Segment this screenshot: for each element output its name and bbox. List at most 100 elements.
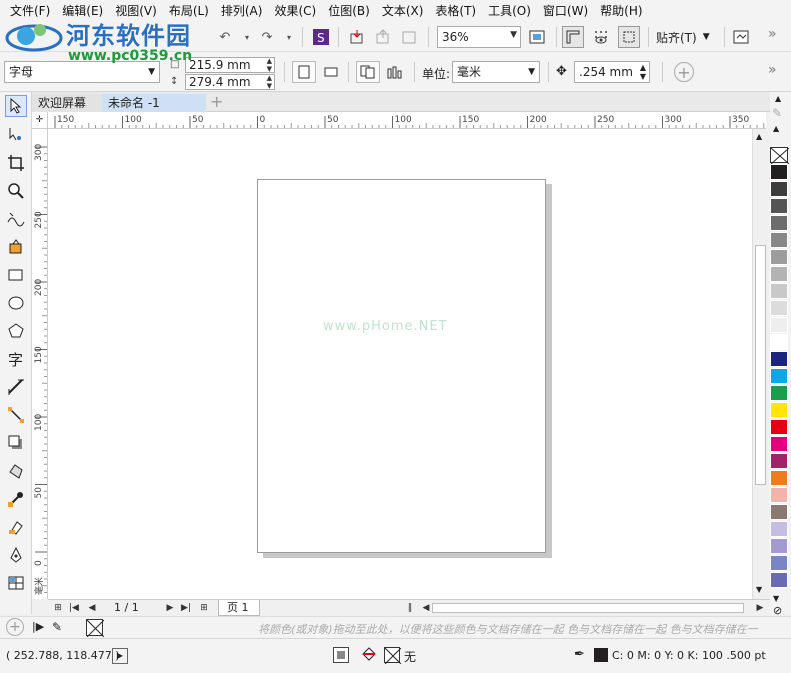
- palette-swatch[interactable]: [770, 470, 788, 486]
- corel-connect-icon[interactable]: S: [310, 26, 332, 48]
- height-spinner-icon[interactable]: ▲ ▼: [267, 74, 272, 90]
- scroll-down-icon[interactable]: ▼: [756, 585, 762, 594]
- dimension-tool-icon[interactable]: [5, 376, 27, 398]
- show-grid-icon[interactable]: [590, 26, 612, 48]
- palette-swatch[interactable]: [770, 555, 788, 571]
- horizontal-ruler[interactable]: 150 100 50 0 50 100 150 200 250 300 350: [48, 112, 766, 129]
- palette-swatch[interactable]: [770, 419, 788, 435]
- palette-swatch[interactable]: [770, 538, 788, 554]
- rectangle-tool-icon[interactable]: [5, 264, 27, 286]
- first-page-icon[interactable]: |◀: [68, 601, 80, 615]
- vertical-scroll-thumb[interactable]: [755, 245, 766, 485]
- palette-swatch[interactable]: [770, 521, 788, 537]
- current-page-button[interactable]: [383, 61, 407, 83]
- add-tab-icon[interactable]: +: [210, 92, 223, 111]
- zoom-tool-icon[interactable]: [5, 180, 27, 202]
- scroll-left-icon[interactable]: ◀: [420, 601, 432, 615]
- palette-swatch[interactable]: [770, 181, 788, 197]
- palette-swatch[interactable]: [770, 436, 788, 452]
- page-width-input[interactable]: 215.9 mm ▲ ▼: [185, 56, 275, 73]
- add-preset-icon[interactable]: +: [674, 62, 694, 82]
- units-select[interactable]: 毫米 ▼: [452, 61, 540, 83]
- vertical-ruler[interactable]: 300 250 200 150 100 50 0 毫米: [32, 129, 48, 599]
- all-pages-button[interactable]: [356, 61, 380, 83]
- zoom-select[interactable]: 36% ▼: [437, 26, 521, 48]
- outline-pen-tool-icon[interactable]: [5, 544, 27, 566]
- add-document-palette-icon[interactable]: +: [6, 618, 24, 636]
- import-icon[interactable]: [346, 26, 368, 48]
- doc-palette-eyedropper-icon[interactable]: ✎: [52, 620, 62, 634]
- palette-swatch[interactable]: [770, 266, 788, 282]
- previous-page-icon[interactable]: ◀: [86, 601, 98, 615]
- interactive-fill-tool-icon[interactable]: [5, 516, 27, 538]
- next-page-icon[interactable]: ▶: [164, 601, 176, 615]
- status-expand-icon[interactable]: ▶: [112, 648, 128, 664]
- shape-tool-icon[interactable]: [5, 124, 27, 146]
- menu-file[interactable]: 文件(F): [4, 0, 56, 22]
- add-page-before-icon[interactable]: ⊞: [52, 601, 64, 615]
- nudge-spinner-icon[interactable]: ▲ ▼: [640, 63, 646, 81]
- palette-swatch[interactable]: [770, 300, 788, 316]
- menu-text[interactable]: 文本(X): [376, 0, 430, 22]
- horizontal-scrollbar[interactable]: ◀: [420, 601, 750, 615]
- redo-dropdown-icon[interactable]: ▾: [278, 26, 300, 48]
- smart-fill-tool-icon[interactable]: [5, 236, 27, 258]
- palette-swatch[interactable]: [770, 249, 788, 265]
- horizontal-scroll-thumb[interactable]: [432, 603, 744, 613]
- snap-to-button[interactable]: 贴齐(T) ▼: [656, 26, 718, 48]
- crop-tool-icon[interactable]: [5, 152, 27, 174]
- menu-bitmaps[interactable]: 位图(B): [322, 0, 376, 22]
- options-icon[interactable]: [730, 26, 752, 48]
- portrait-button[interactable]: [292, 61, 316, 83]
- doc-no-color-swatch[interactable]: [86, 619, 104, 637]
- page-size-preset-select[interactable]: 字母 ▼: [4, 61, 160, 83]
- polygon-tool-icon[interactable]: [5, 320, 27, 342]
- menu-arrange[interactable]: 排列(A): [215, 0, 269, 22]
- undo-dropdown-icon[interactable]: ▾: [236, 26, 258, 48]
- page-tab-1[interactable]: 页 1: [218, 600, 260, 616]
- mesh-fill-tool-icon[interactable]: [5, 572, 27, 594]
- palette-swatch[interactable]: [770, 368, 788, 384]
- export-icon[interactable]: [372, 26, 394, 48]
- ruler-origin-icon[interactable]: ✛: [32, 112, 48, 129]
- full-screen-preview-icon[interactable]: [526, 26, 548, 48]
- menu-tools[interactable]: 工具(O): [482, 0, 537, 22]
- palette-swatch[interactable]: [770, 215, 788, 231]
- scroll-right-icon[interactable]: ▶: [754, 601, 766, 615]
- undo-icon[interactable]: ↶: [214, 26, 236, 48]
- freehand-tool-icon[interactable]: [5, 208, 27, 230]
- toolbar-overflow-icon[interactable]: »: [768, 26, 777, 42]
- object-info-icon[interactable]: [333, 647, 349, 663]
- palette-swatch[interactable]: [770, 504, 788, 520]
- menu-table[interactable]: 表格(T): [429, 0, 482, 22]
- menu-effects[interactable]: 效果(C): [268, 0, 322, 22]
- page-height-input[interactable]: 279.4 mm ▲ ▼: [185, 73, 275, 90]
- width-spinner-icon[interactable]: ▲ ▼: [267, 57, 272, 73]
- palette-swatch[interactable]: [770, 317, 788, 333]
- palette-down-icon[interactable]: ▼: [773, 594, 779, 603]
- palette-eyedropper-icon[interactable]: ✎: [772, 106, 782, 120]
- palette-scroll-up-icon[interactable]: ▲: [775, 94, 781, 103]
- eyedropper-tool-icon[interactable]: [5, 488, 27, 510]
- menu-help[interactable]: 帮助(H): [594, 0, 648, 22]
- menu-window[interactable]: 窗口(W): [537, 0, 594, 22]
- scroll-up-icon[interactable]: ▲: [756, 132, 762, 141]
- drawing-canvas[interactable]: www.pHome.NET: [48, 129, 752, 599]
- palette-swatch[interactable]: [770, 334, 788, 350]
- palette-swatch[interactable]: [770, 198, 788, 214]
- menu-view[interactable]: 视图(V): [109, 0, 163, 22]
- redo-icon[interactable]: ↷: [256, 26, 278, 48]
- palette-swatch[interactable]: [770, 385, 788, 401]
- show-guidelines-icon[interactable]: [618, 26, 640, 48]
- palette-swatch[interactable]: [770, 283, 788, 299]
- tabs-splitter-icon[interactable]: ‖: [404, 601, 416, 615]
- pick-tool-icon[interactable]: [5, 95, 27, 117]
- document-page[interactable]: [257, 179, 546, 553]
- propertybar-overflow-icon[interactable]: »: [768, 62, 777, 78]
- palette-swatch[interactable]: [770, 453, 788, 469]
- tab-welcome-screen[interactable]: 欢迎屏幕: [32, 94, 102, 112]
- menu-edit[interactable]: 编辑(E): [56, 0, 109, 22]
- last-page-icon[interactable]: ▶|: [180, 601, 192, 615]
- tab-untitled-1[interactable]: 未命名 -1: [102, 94, 206, 112]
- text-tool-icon[interactable]: 字: [5, 348, 27, 370]
